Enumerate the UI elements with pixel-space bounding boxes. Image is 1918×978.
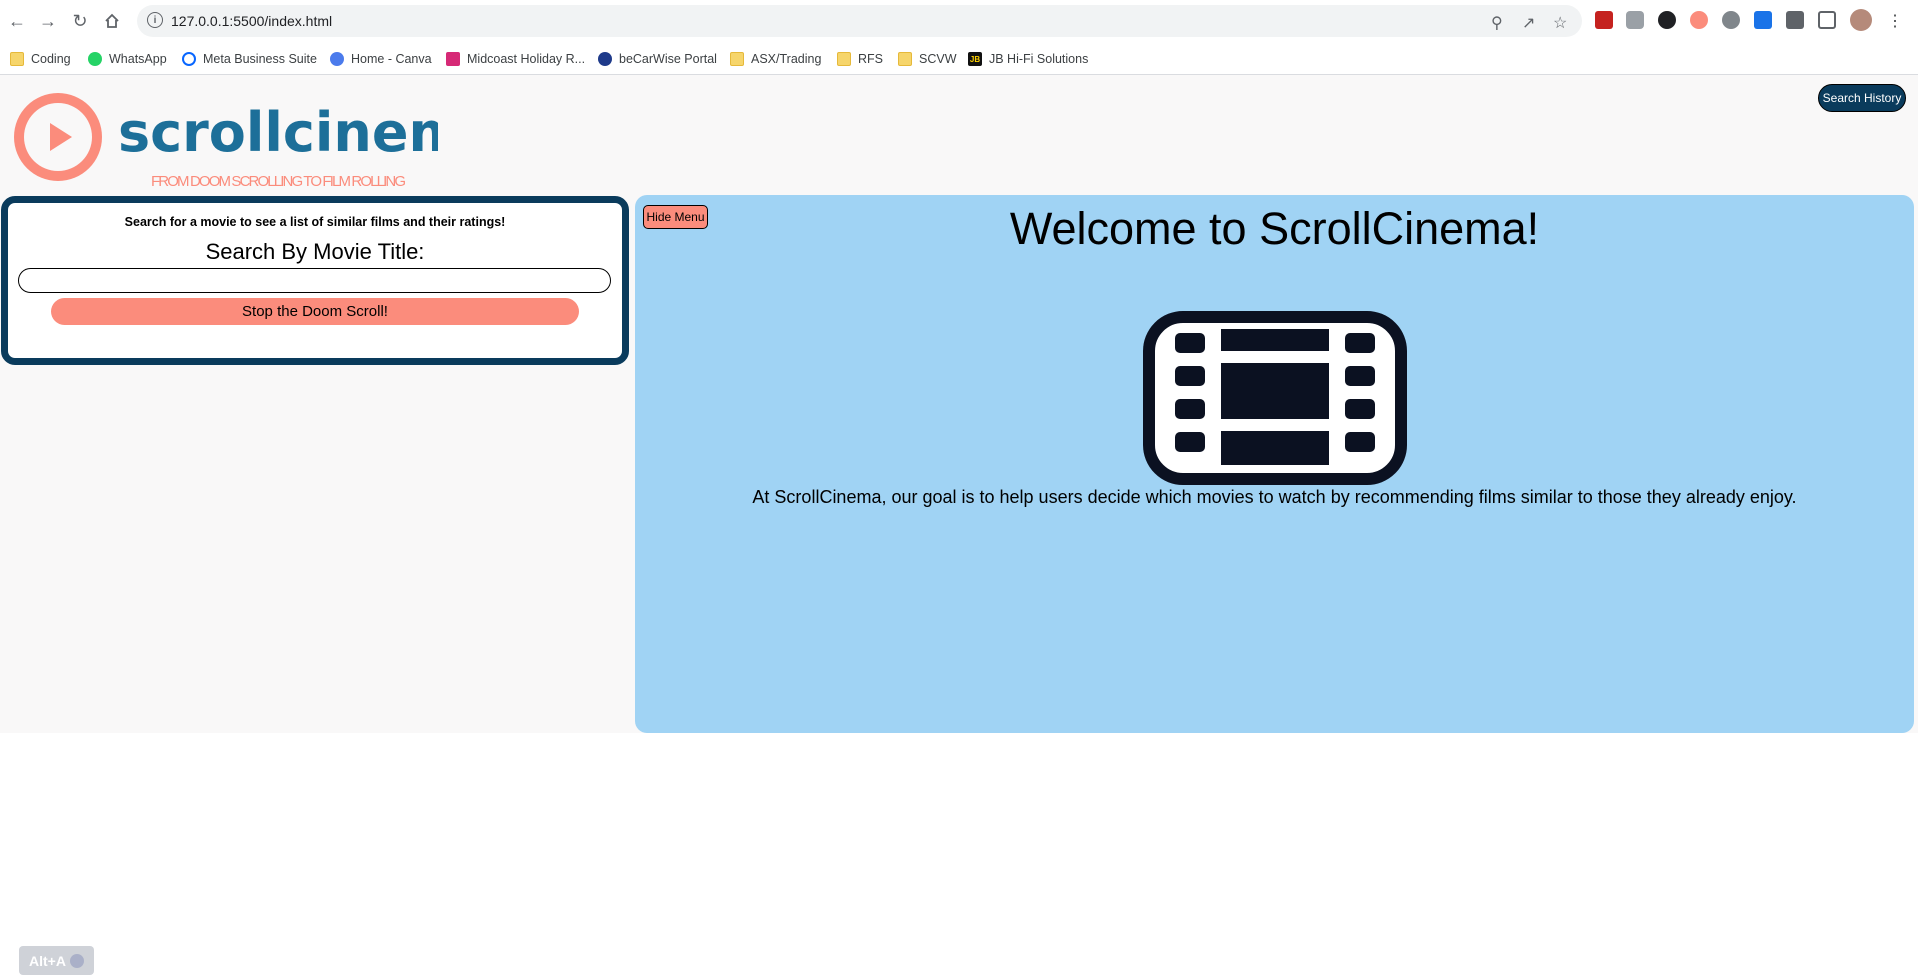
search-history-button[interactable]: Search History xyxy=(1818,84,1906,112)
film-strip-icon xyxy=(1143,311,1407,485)
bookmark-scvw[interactable]: SCVW xyxy=(898,50,957,68)
reload-icon[interactable]: ↻ xyxy=(68,9,92,33)
bookmark-midcoast-holiday[interactable]: Midcoast Holiday R... xyxy=(446,50,585,68)
home-icon[interactable] xyxy=(100,9,124,33)
logo-tagline: FROM DOOM SCROLLING TO FILM ROLLING xyxy=(151,173,406,190)
bookmark-label: beCarWise Portal xyxy=(619,52,717,66)
address-bar[interactable]: i 127.0.0.1:5500/index.html ⚲ ↗ ☆ xyxy=(137,5,1582,37)
pdf-extension-icon[interactable] xyxy=(1595,11,1613,29)
assistant-icon xyxy=(69,953,84,968)
alt-a-shortcut-badge[interactable]: Alt+A xyxy=(19,946,94,975)
camera-extension-icon[interactable] xyxy=(1626,11,1644,29)
bookmark-whatsapp[interactable]: WhatsApp xyxy=(88,50,167,68)
welcome-title: Welcome to ScrollCinema! xyxy=(1009,203,1540,254)
bookmark-coding[interactable]: Coding xyxy=(10,50,71,68)
folder-icon xyxy=(730,52,744,66)
welcome-description: At ScrollCinema, our goal is to help use… xyxy=(752,487,1797,507)
whatsapp-icon xyxy=(88,52,102,66)
puzzle-extensions-icon[interactable] xyxy=(1786,11,1804,29)
welcome-panel: Hide Menu Welcome to ScrollCinema! At Sc… xyxy=(635,195,1914,733)
back-arrow-icon[interactable]: ← xyxy=(5,9,29,33)
bookmarks-bar: Coding WhatsApp Meta Business Suite Home… xyxy=(0,42,1918,75)
settings-extension-icon[interactable] xyxy=(1722,11,1740,29)
shortcut-label: Alt+A xyxy=(29,952,66,969)
share-icon[interactable]: ↗ xyxy=(1522,13,1535,33)
zoom-icon[interactable]: ⚲ xyxy=(1491,13,1503,33)
folder-icon xyxy=(898,52,912,66)
bookmark-label: Home - Canva xyxy=(351,52,432,66)
bookmark-label: ASX/Trading xyxy=(751,52,822,66)
address-url[interactable]: 127.0.0.1:5500/index.html xyxy=(171,13,332,29)
site-info-icon[interactable]: i xyxy=(147,12,163,28)
bookmark-rfs[interactable]: RFS xyxy=(837,50,883,68)
bookmark-star-icon[interactable]: ☆ xyxy=(1553,13,1567,33)
search-panel: Search for a movie to see a list of simi… xyxy=(1,196,629,365)
profile-avatar[interactable] xyxy=(1850,9,1872,31)
search-hint: Search for a movie to see a list of simi… xyxy=(124,215,506,229)
bookmark-label: Meta Business Suite xyxy=(203,52,317,66)
bookmark-label: Midcoast Holiday R... xyxy=(467,52,586,66)
side-panel-icon[interactable] xyxy=(1818,11,1836,29)
canva-icon xyxy=(330,52,344,66)
bookmark-label: JB Hi-Fi Solutions xyxy=(989,52,1089,66)
instagram-icon xyxy=(446,52,460,66)
scrollcinema-logo: scrollcinema FROM DOOM SCROLLING TO FILM… xyxy=(14,93,438,190)
search-title: Search By Movie Title: xyxy=(205,239,425,264)
folder-icon xyxy=(10,52,24,66)
menu-dots-icon[interactable]: ⋮ xyxy=(1883,9,1907,33)
bookmark-jb-hifi[interactable]: JB JB Hi-Fi Solutions xyxy=(968,50,1088,68)
wave-extension-icon[interactable] xyxy=(1754,11,1772,29)
screencast-extension-icon[interactable] xyxy=(1690,11,1708,29)
dark-extension-icon[interactable] xyxy=(1658,11,1676,29)
logo-wordmark: scrollcinema xyxy=(118,101,438,164)
bookmark-label: WhatsApp xyxy=(109,52,167,66)
bookmark-meta-business-suite[interactable]: Meta Business Suite xyxy=(182,50,317,68)
browser-toolbar: ← → ↻ i 127.0.0.1:5500/index.html ⚲ ↗ ☆ … xyxy=(0,0,1918,42)
bookmark-home-canva[interactable]: Home - Canva xyxy=(330,50,432,68)
bookmark-label: SCVW xyxy=(919,52,957,66)
page-content: scrollcinema FROM DOOM SCROLLING TO FILM… xyxy=(0,75,1918,733)
folder-icon xyxy=(837,52,851,66)
meta-icon xyxy=(182,52,196,66)
bookmark-label: Coding xyxy=(31,52,71,66)
bookmark-label: RFS xyxy=(858,52,883,66)
jb-hifi-icon: JB xyxy=(968,52,982,66)
stop-doom-scroll-button[interactable]: Stop the Doom Scroll! xyxy=(51,298,579,325)
movie-title-input[interactable] xyxy=(18,268,611,293)
becarwise-icon xyxy=(598,52,612,66)
bookmark-asx-trading[interactable]: ASX/Trading xyxy=(730,50,821,68)
forward-arrow-icon[interactable]: → xyxy=(36,9,60,33)
bookmark-becarwise-portal[interactable]: beCarWise Portal xyxy=(598,50,717,68)
